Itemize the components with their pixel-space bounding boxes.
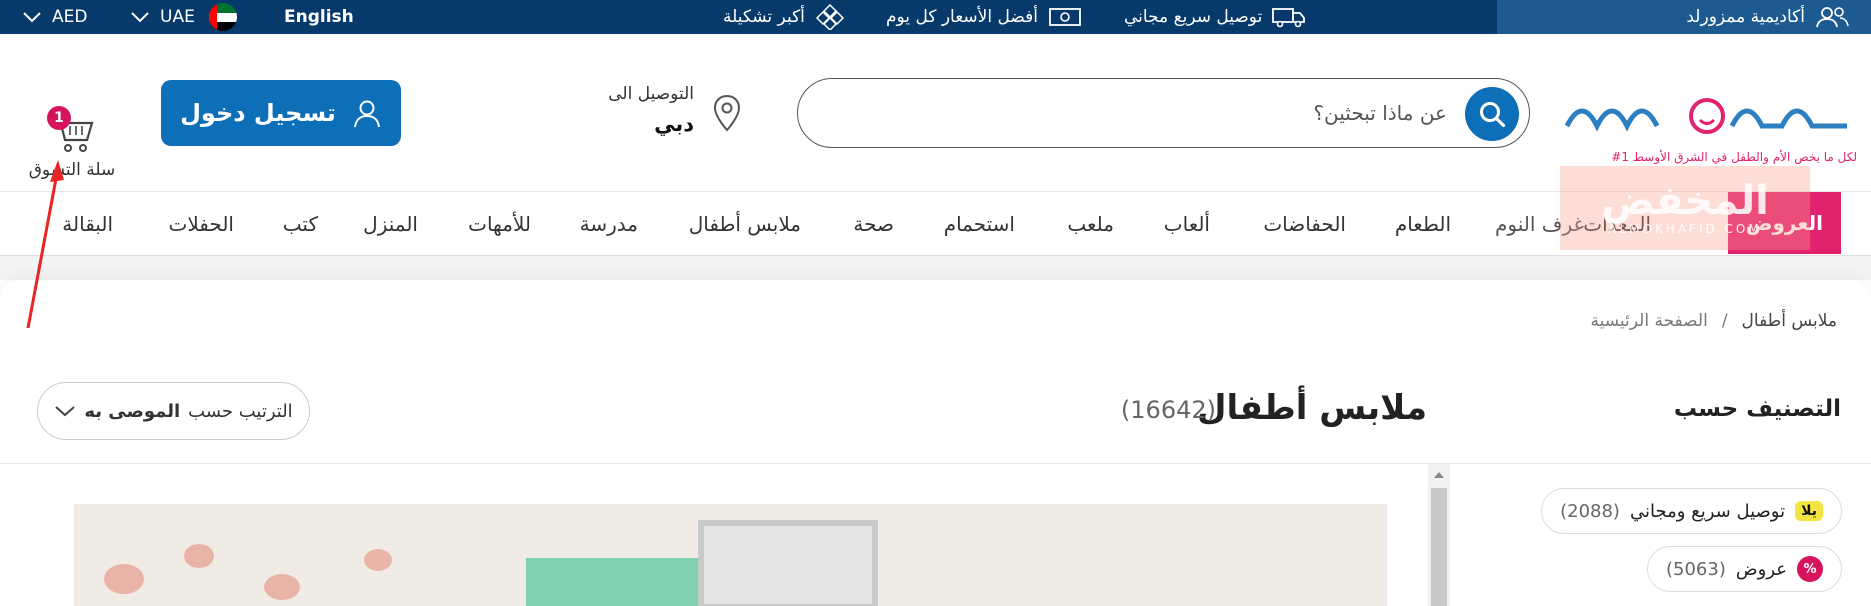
annotation-arrow-icon	[26, 160, 64, 329]
watermark-text: المخفض	[1601, 178, 1769, 224]
academy-link[interactable]: أكاديمية ممزورلد	[1497, 0, 1871, 34]
filter-count: (2088)	[1560, 500, 1620, 522]
truck-icon	[1272, 6, 1306, 28]
nav-item-feeding[interactable]: الطعام	[1395, 192, 1451, 256]
filter-label: توصيل سريع ومجاني	[1629, 500, 1786, 522]
logo-mark	[1564, 98, 1847, 134]
breadcrumb: الصفحة الرئيسية / ملابس أطفال	[1591, 311, 1837, 331]
largest-selection-label: أكبر تشكيلة	[723, 7, 805, 27]
nav-item-parties[interactable]: الحفلات	[169, 192, 234, 256]
deliver-to-city: دبي	[654, 112, 694, 136]
watermark: المخفض ALMOKHAFID.COM	[1560, 166, 1810, 250]
nav-item-kids-clothes[interactable]: ملابس أطفال	[689, 192, 801, 256]
search-input[interactable]: عن ماذا تبحثين؟	[1313, 101, 1447, 125]
nav-item-diapers[interactable]: الحفاضات	[1263, 192, 1346, 256]
scrollbar-thumb[interactable]	[1431, 488, 1447, 606]
logo-tagline: #1 لكل ما يخص الأم والطفل في الشرق الأوس…	[1611, 150, 1857, 164]
breadcrumb-home[interactable]: الصفحة الرئيسية	[1591, 311, 1708, 331]
nav-item-school[interactable]: مدرسة	[580, 192, 638, 256]
search-icon	[1480, 102, 1506, 128]
nav-item-bath[interactable]: استحمام	[944, 192, 1015, 256]
page-title: ملابس أطفال	[1197, 388, 1427, 428]
diamond-pattern-icon	[815, 4, 845, 30]
search-bar[interactable]: عن ماذا تبحثين؟	[797, 78, 1530, 148]
banner-pattern-dot	[104, 564, 144, 594]
cash-icon	[1048, 6, 1082, 28]
country-selector[interactable]: UAE	[130, 0, 241, 34]
banner-product-pack	[698, 520, 878, 606]
watermark-url: ALMOKHAFID.COM	[1608, 222, 1762, 236]
login-label: تسجيل دخول	[180, 99, 336, 127]
nav-item-health[interactable]: صحة	[853, 192, 894, 256]
product-count: (16642)	[1120, 396, 1216, 424]
divider	[0, 463, 1871, 464]
scrollbar[interactable]	[1428, 464, 1450, 606]
sort-label: الترتيب حسب	[188, 400, 293, 422]
uae-flag-icon	[205, 3, 241, 31]
percent-badge-icon: %	[1797, 556, 1823, 582]
filter-chip-free-delivery[interactable]: (2088) توصيل سريع ومجاني يلا	[1541, 488, 1842, 534]
yalla-badge: يلا	[1795, 501, 1823, 521]
language-label: English	[284, 7, 354, 27]
breadcrumb-separator: /	[1721, 311, 1728, 331]
nav-item-moms[interactable]: للأمهات	[468, 192, 531, 256]
nav-item-home[interactable]: المنزل	[363, 192, 418, 256]
user-icon	[352, 98, 382, 128]
promo-banner-image[interactable]	[74, 504, 1387, 606]
sort-dropdown[interactable]: الموصى به الترتيب حسب	[37, 382, 310, 440]
section-gap	[0, 256, 1871, 280]
classify-heading: التصنيف حسب	[1673, 396, 1841, 422]
academy-label: أكاديمية ممزورلد	[1686, 7, 1805, 27]
filter-label: عروض	[1735, 558, 1787, 580]
top-bar: أكاديمية ممزورلد توصيل سريع مجاني أفضل ا…	[0, 0, 1871, 34]
deliver-to[interactable]: التوصيل الى دبي	[600, 84, 750, 144]
nav-item-toys[interactable]: ألعاب	[1164, 192, 1210, 256]
nav-item-playground[interactable]: ملعب	[1067, 192, 1114, 256]
largest-selection-item: أكبر تشكيلة	[723, 0, 845, 34]
banner-pattern-dot	[364, 549, 392, 571]
breadcrumb-current: ملابس أطفال	[1741, 311, 1837, 331]
search-button[interactable]	[1465, 87, 1519, 141]
language-switch[interactable]: English	[284, 0, 354, 34]
login-button[interactable]: تسجيل دخول	[161, 80, 401, 146]
users-icon	[1815, 6, 1849, 28]
nav-item-books[interactable]: كتب	[283, 192, 318, 256]
free-delivery-label: توصيل سريع مجاني	[1124, 7, 1263, 27]
free-delivery-item: توصيل سريع مجاني	[1124, 0, 1306, 34]
sort-value: الموصى به	[84, 400, 181, 422]
best-prices-label: أفضل الأسعار كل يوم	[886, 7, 1038, 27]
filter-count: (5063)	[1666, 558, 1726, 580]
scroll-up-arrow-icon[interactable]	[1434, 472, 1444, 478]
filter-chip-offers[interactable]: (5063) عروض %	[1647, 546, 1842, 592]
banner-pattern-dot	[184, 544, 214, 568]
deliver-to-label: التوصيل الى	[608, 84, 694, 104]
chevron-down-icon	[130, 11, 150, 23]
country-label: UAE	[160, 7, 195, 27]
banner-product-box	[526, 558, 726, 606]
banner-pattern-dot	[264, 574, 300, 600]
best-prices-item: أفضل الأسعار كل يوم	[886, 0, 1082, 34]
location-pin-icon	[712, 94, 742, 136]
chevron-down-icon	[54, 404, 76, 418]
